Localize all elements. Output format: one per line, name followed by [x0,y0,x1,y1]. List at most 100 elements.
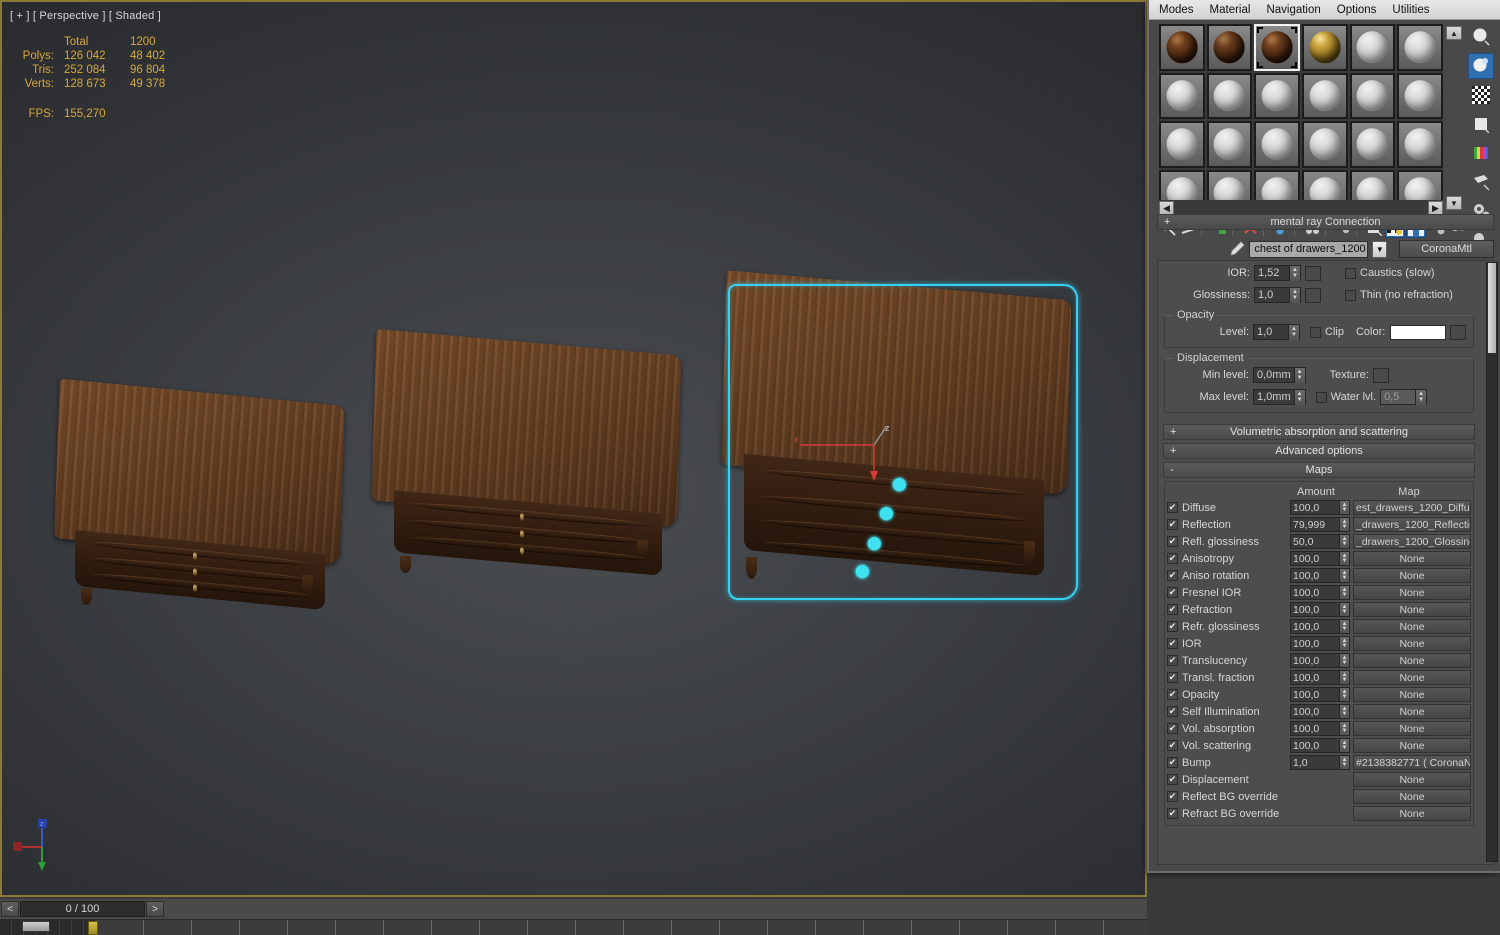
map-checkbox[interactable] [1167,519,1178,530]
slots-scroll-right-button[interactable]: ▶ [1428,201,1443,215]
map-slot-button[interactable]: None [1353,738,1471,753]
rollout-advanced-options[interactable]: + Advanced options [1163,443,1475,459]
material-editor-window[interactable]: Modes Material Navigation Options Utilit… [1147,0,1500,873]
map-amount[interactable]: 100,0 [1290,721,1340,736]
map-slot-button[interactable]: None [1353,568,1471,583]
drawer-handle-gizmo[interactable]: ⬤ [879,507,894,520]
perspective-viewport[interactable]: [ + ] [ Perspective ] [ Shaded ] Total 1… [0,0,1147,897]
video-color-check-icon[interactable] [1468,140,1494,166]
map-amount-spinner[interactable]: ▲ ▼ [1340,636,1350,651]
sample-slot[interactable] [1159,72,1205,119]
map-slot-button[interactable]: _drawers_1200_Glossiness.jpg) [1353,534,1471,549]
rollout-maps[interactable]: - Maps [1163,462,1475,478]
ior-spinner[interactable]: 1,52 ▲ ▼ [1254,265,1301,281]
rollout-toggle-sign[interactable]: + [1164,216,1170,228]
map-row-diffuse[interactable]: Diffuse 100,0 ▲▼ est_drawers_1200_Diffus… [1167,499,1471,516]
chest-of-drawers-1[interactable] [54,378,357,611]
material-name-bar[interactable]: chest of drawers_1200 ▼ CoronaMtl [1157,239,1494,259]
map-amount[interactable]: 100,0 [1290,602,1340,617]
param-row-max-level[interactable]: Max level: 1,0mm ▲ ▼ Water lvl. 0,5 ▲ ▼ [1169,387,1469,407]
sample-slot[interactable] [1254,72,1300,119]
map-amount[interactable]: 50,0 [1290,534,1340,549]
background-checker-icon[interactable] [1468,82,1494,108]
map-amount-spinner[interactable]: ▲ ▼ [1340,738,1350,753]
map-checkbox[interactable] [1167,808,1178,819]
sample-slot[interactable] [1254,121,1300,168]
map-amount-spinner[interactable]: ▲ ▼ [1340,653,1350,668]
sample-uv-tiling-icon[interactable] [1468,111,1494,137]
current-frame-field[interactable]: 0 / 100 [20,901,145,917]
map-slot-button[interactable]: None [1353,789,1471,804]
key-filter-icon[interactable] [22,921,50,932]
clip-checkbox[interactable] [1310,326,1321,338]
map-row-vol-absorption[interactable]: Vol. absorption 100,0 ▲▼ None [1167,720,1471,737]
rollout-toggle-sign[interactable]: - [1170,464,1174,476]
sample-slot[interactable] [1349,121,1396,168]
water-level-spin-arrows[interactable]: ▲ ▼ [1415,389,1427,405]
sample-slot[interactable] [1206,24,1253,71]
slots-scroll-down-button[interactable]: ▼ [1446,196,1462,210]
water-level-value[interactable]: 0,5 [1381,391,1415,403]
menu-modes[interactable]: Modes [1159,4,1194,16]
map-checkbox[interactable] [1167,604,1178,615]
material-name-input[interactable]: chest of drawers_1200 [1249,240,1369,258]
sample-slot[interactable] [1159,121,1205,168]
map-amount-spinner[interactable]: ▲ ▼ [1340,500,1350,515]
map-amount[interactable]: 100,0 [1290,568,1340,583]
sample-slot[interactable] [1349,24,1396,71]
sample-type-icon[interactable] [1468,24,1494,50]
map-checkbox[interactable] [1167,570,1178,581]
map-slot-button[interactable]: None [1353,806,1471,821]
viewport-label[interactable]: [ + ] [ Perspective ] [ Shaded ] [10,10,161,22]
map-row-refract-bg-override[interactable]: Refract BG override None [1167,805,1471,822]
map-row-translucency[interactable]: Translucency 100,0 ▲▼ None [1167,652,1471,669]
map-checkbox[interactable] [1167,757,1178,768]
map-amount-spinner[interactable]: ▲ ▼ [1340,687,1350,702]
map-amount[interactable]: 100,0 [1290,551,1340,566]
map-amount-spinner[interactable]: ▲ ▼ [1340,704,1350,719]
map-checkbox[interactable] [1167,536,1178,547]
map-checkbox[interactable] [1167,689,1178,700]
map-slot-button[interactable]: None [1353,704,1471,719]
ior-spin-arrows[interactable]: ▲ ▼ [1289,265,1300,281]
min-level-value[interactable]: 0,0mm [1254,369,1294,381]
map-checkbox[interactable] [1167,502,1178,513]
map-row-self-illumination[interactable]: Self Illumination 100,0 ▲▼ None [1167,703,1471,720]
eyedropper-icon[interactable] [1227,240,1246,258]
map-amount[interactable]: 100,0 [1290,619,1340,634]
map-row-reflect-bg-override[interactable]: Reflect BG override None [1167,788,1471,805]
rollout-mental-ray-connection[interactable]: + mental ray Connection [1157,214,1494,230]
map-amount-spinner[interactable]: ▲ ▼ [1340,619,1350,634]
map-amount[interactable]: 100,0 [1290,670,1340,685]
map-slot-button[interactable]: None [1353,772,1471,787]
thin-checkbox[interactable] [1345,289,1356,301]
ior-map-slot[interactable] [1305,265,1321,281]
time-slider-handle[interactable] [88,921,98,935]
map-slot-button[interactable]: None [1353,721,1471,736]
map-row-ior[interactable]: IOR 100,0 ▲▼ None [1167,635,1471,652]
max-level-spinner[interactable]: 1,0mm ▲ ▼ [1253,389,1306,405]
drawer-handle-gizmo[interactable]: ⬤ [892,478,907,491]
map-amount-spinner[interactable]: ▲ ▼ [1340,585,1350,600]
map-amount-spinner[interactable]: ▲ ▼ [1340,551,1350,566]
sample-slot[interactable] [1302,72,1348,119]
map-slot-button[interactable]: est_drawers_1200_Diffuse.jpg) [1353,500,1471,515]
menu-utilities[interactable]: Utilities [1392,4,1429,16]
map-slot-button[interactable]: None [1353,585,1471,600]
rollout-toggle-sign[interactable]: + [1170,445,1176,457]
sample-slot-active[interactable] [1254,24,1300,71]
sample-slot[interactable] [1397,24,1443,71]
map-slot-button[interactable]: _drawers_1200_Reflection.jpg) [1353,517,1471,532]
map-checkbox[interactable] [1167,723,1178,734]
sample-slot[interactable] [1349,72,1396,119]
opacity-level-spin-arrows[interactable]: ▲ ▼ [1288,324,1299,340]
map-slot-button[interactable]: #2138382771 ( CoronaNormal ) [1353,755,1471,770]
material-parameters-panel[interactable]: ▲▼ IOR: 1,52 ▲▼ Caustics (slow) [1157,260,1494,865]
sample-slot[interactable] [1397,72,1443,119]
map-row-bump[interactable]: Bump 1,0 ▲▼ #2138382771 ( CoronaNormal ) [1167,754,1471,771]
map-slot-button[interactable]: None [1353,670,1471,685]
ior-value[interactable]: 1,52 [1255,267,1289,279]
param-row-min-level[interactable]: Min level: 0,0mm ▲ ▼ Texture: [1169,365,1469,385]
viewport-canvas[interactable]: [ + ] [ Perspective ] [ Shaded ] Total 1… [2,2,1145,895]
map-slot-button[interactable]: None [1353,636,1471,651]
